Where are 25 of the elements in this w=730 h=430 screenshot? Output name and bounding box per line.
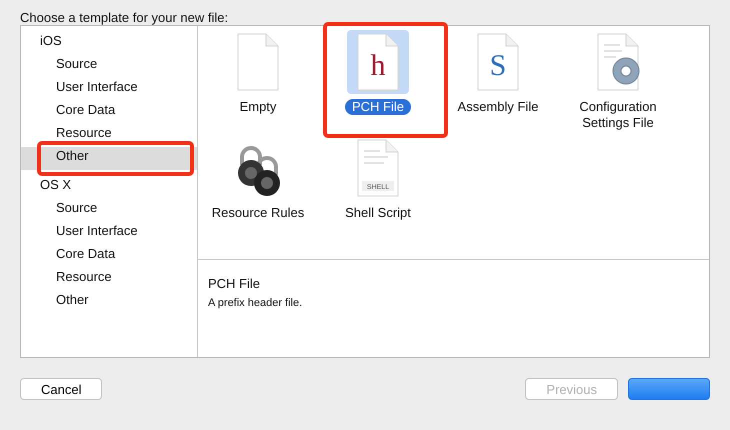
primary-button[interactable] [628, 378, 710, 400]
sidebar-item[interactable]: Resource [21, 124, 197, 147]
template-label[interactable]: PCH File [344, 99, 411, 115]
sidebar-item[interactable]: Other [21, 291, 197, 314]
template-label[interactable]: Shell Script [338, 205, 418, 221]
sidebar-item[interactable]: User Interface [21, 222, 197, 245]
group-header: iOS [40, 33, 62, 48]
cancel-button[interactable]: Cancel [20, 378, 102, 400]
sidebar-item[interactable]: Core Data [21, 101, 197, 124]
template-label[interactable]: Configuration Settings File [558, 99, 678, 131]
sidebar-item[interactable]: Core Data [21, 245, 197, 268]
sidebar-item[interactable]: User Interface [21, 78, 197, 101]
template-label[interactable]: Resource Rules [204, 205, 312, 221]
description-text: A prefix header file. [208, 297, 304, 309]
template-label[interactable]: Empty [232, 99, 284, 115]
template-tile[interactable]: h [347, 30, 409, 94]
template-label[interactable]: Assembly File [450, 99, 546, 115]
description-title: PCH File [208, 276, 262, 291]
prompt-text: Choose a template for your new file: [19, 9, 230, 25]
sidebar-item[interactable]: Source [21, 55, 197, 78]
group-header: OS X [40, 177, 72, 192]
sidebar-item[interactable]: Source [21, 199, 197, 222]
template-tile[interactable]: S [467, 30, 529, 94]
sidebar-item[interactable]: Resource [21, 268, 197, 291]
sidebar-item[interactable]: Other [21, 147, 197, 170]
